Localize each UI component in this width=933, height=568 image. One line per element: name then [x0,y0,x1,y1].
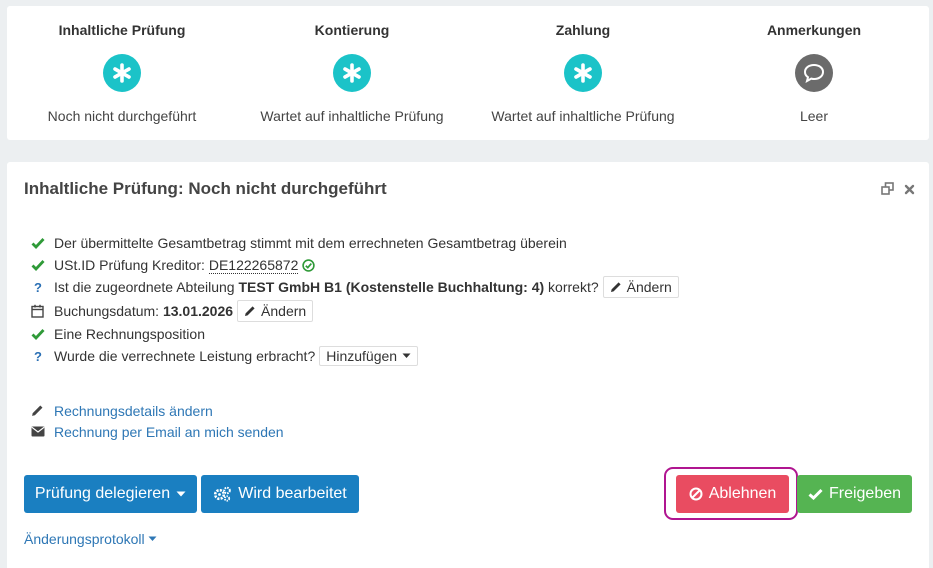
check-total-text: Der übermittelte Gesamtbetrag stimmt mit… [54,235,567,251]
step-status: Wartet auf inhaltliche Prüfung [491,108,675,124]
position-text: Eine Rechnungsposition [54,326,205,342]
check-ustid: USt.ID Prüfung Kreditor: DE122265872 [31,254,679,276]
ustid-value[interactable]: DE122265872 [208,257,299,274]
ustid-label: USt.ID Prüfung Kreditor: [54,257,209,273]
reject-label: Ablehnen [708,485,777,502]
step-title: Anmerkungen [766,22,862,38]
dept-prefix: Ist die zugeordnete Abteilung [54,279,239,295]
step-accounting: Kontierung Wartet auf inhaltliche Prüfun… [237,6,467,140]
question-icon: ? [34,279,42,295]
link-email[interactable]: Rechnung per Email an mich senden [31,421,284,442]
checkmark-icon [31,328,54,340]
step-title: Zahlung [555,22,611,38]
in-progress-label: Wird bearbeitet [238,485,347,502]
reject-button[interactable]: Ablehnen [676,475,789,513]
checkmark-icon [31,259,54,271]
edit-details-link[interactable]: Rechnungsdetails ändern [54,403,213,419]
check-booking-date: Buchungsdatum: 13.01.2026 Ändern [31,298,679,323]
step-content-check: Inhaltliche Prüfung Noch nicht durchgefü… [7,6,237,140]
asterisk-icon [103,54,141,92]
pencil-icon [610,282,621,292]
change-date-button[interactable]: Ändern [237,299,314,322]
question-icon: ? [34,348,42,364]
check-service: ? Wurde die verrechnete Leistung erbrach… [31,345,679,367]
check-position: Eine Rechnungsposition [31,323,679,345]
step-status: Noch nicht durchgeführt [47,108,197,124]
caret-down-icon [176,491,186,497]
caret-down-icon [402,353,411,358]
date-label: Buchungsdatum: [54,302,163,319]
in-progress-button[interactable]: Wird bearbeitet [201,475,359,513]
checkmark-icon [31,237,54,249]
envelope-icon [31,426,54,437]
add-service-dropdown[interactable]: Hinzufügen [319,346,419,366]
verified-circle-icon [302,258,316,272]
workflow-steps: Inhaltliche Prüfung Noch nicht durchgefü… [7,6,929,140]
step-notes[interactable]: Anmerkungen Leer [699,6,929,140]
step-status: Wartet auf inhaltliche Prüfung [260,108,444,124]
check-total: Der übermittelte Gesamtbetrag stimmt mit… [31,232,679,254]
change-department-button[interactable]: Ändern [602,276,679,298]
date-value: 13.01.2026 [162,302,234,319]
review-panel: Inhaltliche Prüfung: Noch nicht durchgef… [7,162,929,568]
speech-bubble-icon[interactable] [795,54,833,92]
ban-icon [689,487,703,501]
panel-title: Inhaltliche Prüfung: Noch nicht durchgef… [24,179,387,198]
caret-down-icon [148,536,157,541]
calendar-icon [31,304,54,318]
step-title: Inhaltliche Prüfung [58,22,186,38]
change-log-label: Änderungsprotokoll [24,531,145,547]
delegate-button[interactable]: Prüfung delegieren [24,475,197,513]
change-label: Ändern [261,302,307,319]
action-links: Rechnungsdetails ändern Rechnung per Ema… [31,400,284,442]
asterisk-icon [333,54,371,92]
check-list: Der übermittelte Gesamtbetrag stimmt mit… [31,232,679,367]
checkmark-icon [808,488,823,500]
email-link[interactable]: Rechnung per Email an mich senden [54,424,284,440]
asterisk-icon [564,54,602,92]
panel-tools [881,182,915,198]
step-status: Leer [799,108,829,124]
check-department: ? Ist die zugeordnete Abteilung TEST Gmb… [31,276,679,298]
link-edit-details[interactable]: Rechnungsdetails ändern [31,400,284,421]
approve-label: Freigeben [828,485,902,502]
dept-suffix: korrekt? [544,279,599,295]
approve-button[interactable]: Freigeben [797,475,912,513]
dept-name: TEST GmbH B1 (Kostenstelle Buchhaltung: … [238,279,545,295]
step-title: Kontierung [314,22,390,38]
step-payment: Zahlung Wartet auf inhaltliche Prüfung [468,6,698,140]
gears-icon [214,486,232,502]
close-icon[interactable] [904,182,915,198]
popout-icon[interactable] [881,182,894,198]
service-question: Wurde die verrechnete Leistung erbracht? [54,348,316,364]
pencil-icon [31,404,54,417]
pencil-icon [245,305,255,316]
change-log-toggle[interactable]: Änderungsprotokoll [24,531,157,547]
change-label: Ändern [626,279,672,295]
delegate-label: Prüfung delegieren [34,485,171,502]
add-label: Hinzufügen [326,348,398,364]
